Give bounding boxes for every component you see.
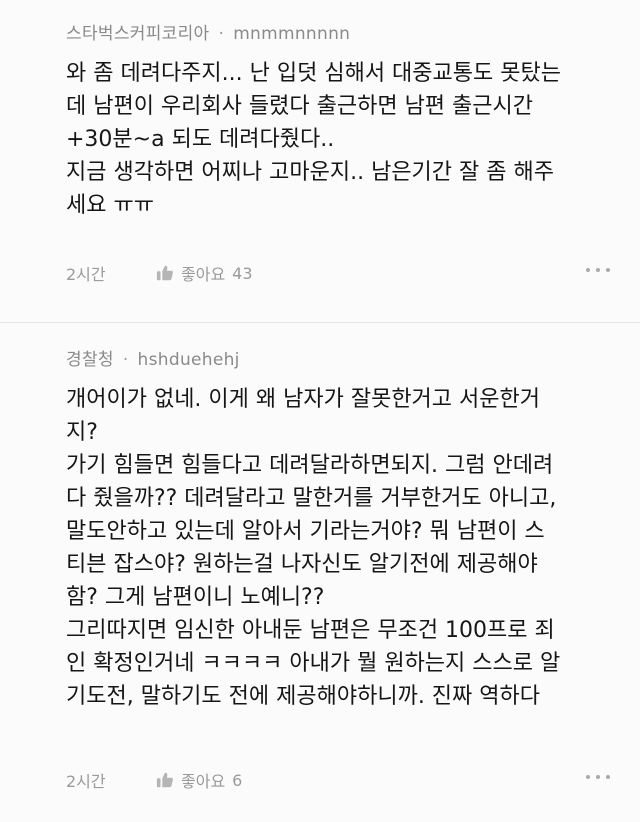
author-name[interactable]: 경찰청 bbox=[66, 350, 114, 370]
like-label: 좋아요 bbox=[181, 265, 226, 284]
comment-line: +30분~a 되도 데려다줬다.. bbox=[66, 127, 335, 152]
more-dots-icon[interactable] bbox=[586, 268, 610, 272]
author-separator: · bbox=[218, 24, 225, 44]
comment-time: 2시간 bbox=[66, 772, 106, 791]
comment-author[interactable]: 스타벅스커피코리아 · mnmmnnnnn bbox=[66, 19, 350, 44]
author-separator: · bbox=[122, 350, 129, 370]
comment-line: 지금 생각하면 어찌나 고마운지.. 남은기간 잘 좀 해주 bbox=[66, 160, 554, 185]
comment-line: 티븐 잡스야? 원하는걸 나자신도 알기전에 제공해야 bbox=[66, 552, 538, 577]
comment-body: 개어이가 없네. 이게 왜 남자가 잘못한거고 서운한거 지? 가기 힘들면 힘… bbox=[66, 383, 620, 713]
like-label: 좋아요 bbox=[181, 772, 226, 791]
comment: 스타벅스커피코리아 · mnmmnnnnn 와 좀 데려다주지... 난 입덧 심해… bbox=[0, 0, 640, 323]
comment-line: 와 좀 데려다주지... 난 입덧 심해서 대중교통도 못탔는 bbox=[66, 61, 561, 86]
comment: 경찰청 · hshduehehj 개어이가 없네. 이게 왜 남자가 잘못한거고 서… bbox=[0, 323, 640, 822]
comment-footer: 2시간 좋아요 6 bbox=[66, 768, 610, 792]
thumbs-up-icon bbox=[156, 772, 173, 788]
comment-line: 인 확정인거네 ㅋㅋㅋㅋ 아내가 뭘 원하는지 스스로 알 bbox=[66, 651, 561, 676]
like-count: 43 bbox=[232, 263, 253, 283]
comment-footer: 2시간 좋아요 43 bbox=[66, 261, 610, 285]
author-nickname[interactable]: mnmmnnnnn bbox=[233, 24, 350, 44]
comment-line: 데 남편이 우리회사 들렸다 출근하면 남편 출근시간 bbox=[66, 94, 534, 119]
comment-line: 기도전, 말하기도 전에 제공해야하니까. 진짜 역하다 bbox=[66, 684, 540, 709]
comment-line: 말도안하고 있는데 알아서 기라는거야? 뭐 남편이 스 bbox=[66, 519, 545, 544]
more-dots-icon[interactable] bbox=[586, 775, 610, 779]
comment-line: 그리따지면 임신한 아내둔 남편은 무조건 100프로 죄 bbox=[66, 618, 555, 643]
comment-line: 가기 힘들면 힘들다고 데려달라하면되지. 그럼 안데려 bbox=[66, 453, 554, 478]
thumbs-up-icon bbox=[156, 265, 173, 281]
author-nickname[interactable]: hshduehehj bbox=[138, 350, 240, 370]
comment-line: 세요 ㅠㅠ bbox=[66, 193, 154, 218]
comment-line: 다 줬을까?? 데려달라고 말한거를 거부한거도 아니고, bbox=[66, 486, 557, 511]
comment-line: 개어이가 없네. 이게 왜 남자가 잘못한거고 서운한거 bbox=[66, 387, 540, 412]
comment-line: 지? bbox=[66, 420, 98, 445]
like-button[interactable]: 좋아요 6 bbox=[156, 768, 242, 792]
comment-line: 함? 그게 남편이니 노예니?? bbox=[66, 585, 325, 610]
like-count: 6 bbox=[232, 770, 243, 790]
author-name[interactable]: 스타벅스커피코리아 bbox=[66, 24, 209, 44]
like-button[interactable]: 좋아요 43 bbox=[156, 261, 253, 285]
comment-body: 와 좀 데려다주지... 난 입덧 심해서 대중교통도 못탔는 데 남편이 우리… bbox=[66, 57, 620, 222]
comment-time: 2시간 bbox=[66, 265, 106, 284]
comment-author[interactable]: 경찰청 · hshduehehj bbox=[66, 345, 240, 370]
